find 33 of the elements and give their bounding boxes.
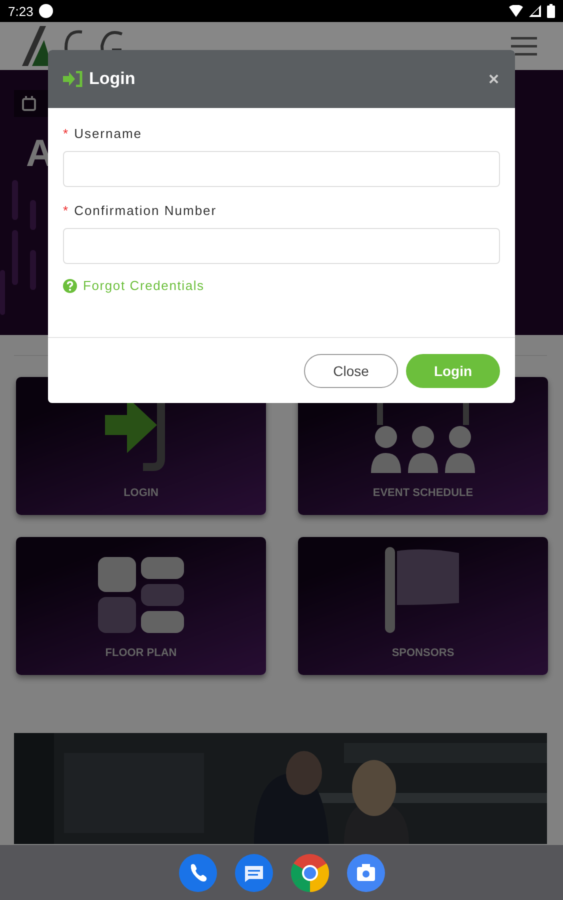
tile-label: FLOOR PLAN [105, 647, 177, 659]
notification-dot-icon [39, 4, 54, 18]
close-button[interactable]: × [488, 68, 499, 90]
wifi-icon [509, 5, 523, 17]
input-field[interactable] [63, 228, 500, 264]
battery-icon [547, 4, 555, 18]
messages-app-icon[interactable] [234, 854, 272, 892]
people-icon [371, 401, 475, 473]
calendar-icon [22, 96, 36, 111]
close-button[interactable]: Close [304, 354, 398, 388]
help-icon [63, 278, 77, 292]
login-arrow-icon [63, 71, 83, 87]
grid-icon [98, 557, 184, 633]
menu-icon[interactable] [511, 36, 537, 56]
tile-label: EVENT SCHEDULE [372, 487, 474, 499]
forgot-credentials-link[interactable]: Forgot Credentials [83, 278, 204, 293]
required-mark: * [63, 203, 68, 218]
modal-title: Login [89, 69, 136, 89]
tile-label: SPONSORS [392, 647, 454, 659]
phone-app-icon[interactable] [178, 854, 216, 892]
menu-tile[interactable]: SPONSORS [298, 537, 548, 675]
camera-app-icon[interactable] [346, 854, 384, 892]
login-button[interactable]: Login [406, 354, 500, 388]
field-label: Username [74, 126, 142, 141]
status-time: 7:23 [8, 4, 34, 18]
input-field[interactable] [63, 151, 500, 187]
field-label: Confirmation Number [74, 203, 217, 218]
flag-icon [385, 547, 461, 633]
browser-app-icon[interactable] [290, 854, 328, 892]
required-mark: * [63, 126, 68, 141]
tile-label: LOGIN [124, 487, 158, 499]
signal-icon [529, 5, 541, 17]
menu-tile[interactable]: FLOOR PLAN [16, 537, 266, 675]
